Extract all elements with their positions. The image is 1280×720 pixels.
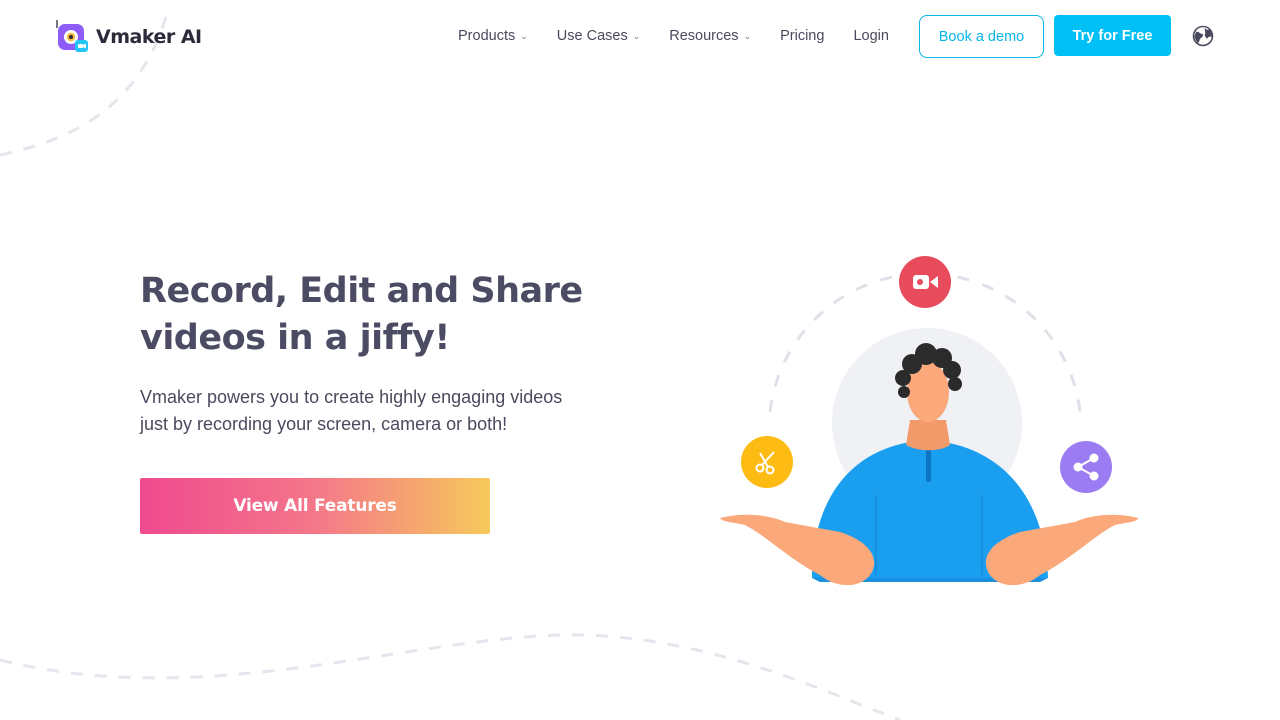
view-all-features-button[interactable]: View All Features xyxy=(140,478,490,534)
nav-products-label: Products xyxy=(458,28,516,44)
hero-illustration xyxy=(720,252,1138,586)
record-video-badge xyxy=(895,252,955,312)
hero-subtitle-line-1: Vmaker powers you to create highly engag… xyxy=(140,387,563,407)
hero-title-line-1: Record, Edit and Share xyxy=(140,271,583,311)
nav-pricing[interactable]: Pricing xyxy=(780,28,824,44)
nav-resources[interactable]: Resources ⌄ xyxy=(669,28,751,44)
vmaker-logo-icon xyxy=(56,20,88,52)
hero-subtitle: Vmaker powers you to create highly engag… xyxy=(140,384,600,438)
globe-icon[interactable] xyxy=(1192,25,1214,47)
book-demo-button[interactable]: Book a demo xyxy=(919,15,1044,58)
try-for-free-button[interactable]: Try for Free xyxy=(1054,15,1171,56)
main-nav: Products ⌄ Use Cases ⌄ Resources ⌄ Prici… xyxy=(458,14,889,58)
chevron-down-icon: ⌄ xyxy=(743,30,752,41)
share-badge xyxy=(1056,437,1116,497)
hero-title: Record, Edit and Share videos in a jiffy… xyxy=(140,268,620,362)
nav-login-label: Login xyxy=(853,28,889,44)
site-header: Vmaker AI Products ⌄ Use Cases ⌄ Resourc… xyxy=(0,0,1280,72)
edit-badge xyxy=(737,432,797,492)
nav-resources-label: Resources xyxy=(669,28,739,44)
nav-use-cases[interactable]: Use Cases ⌄ xyxy=(557,28,640,44)
nav-use-cases-label: Use Cases xyxy=(556,28,628,44)
chevron-down-icon: ⌄ xyxy=(632,30,641,41)
nav-products[interactable]: Products ⌄ xyxy=(458,28,528,44)
chevron-down-icon: ⌄ xyxy=(520,30,528,41)
hero-subtitle-line-2: just by recording your screen, camera or… xyxy=(140,414,508,434)
hero-title-line-2: videos in a jiffy! xyxy=(140,318,450,358)
brand-logo[interactable]: Vmaker AI xyxy=(56,20,202,54)
nav-pricing-label: Pricing xyxy=(780,28,825,44)
nav-login[interactable]: Login xyxy=(853,28,888,44)
brand-name: Vmaker AI xyxy=(96,26,202,48)
